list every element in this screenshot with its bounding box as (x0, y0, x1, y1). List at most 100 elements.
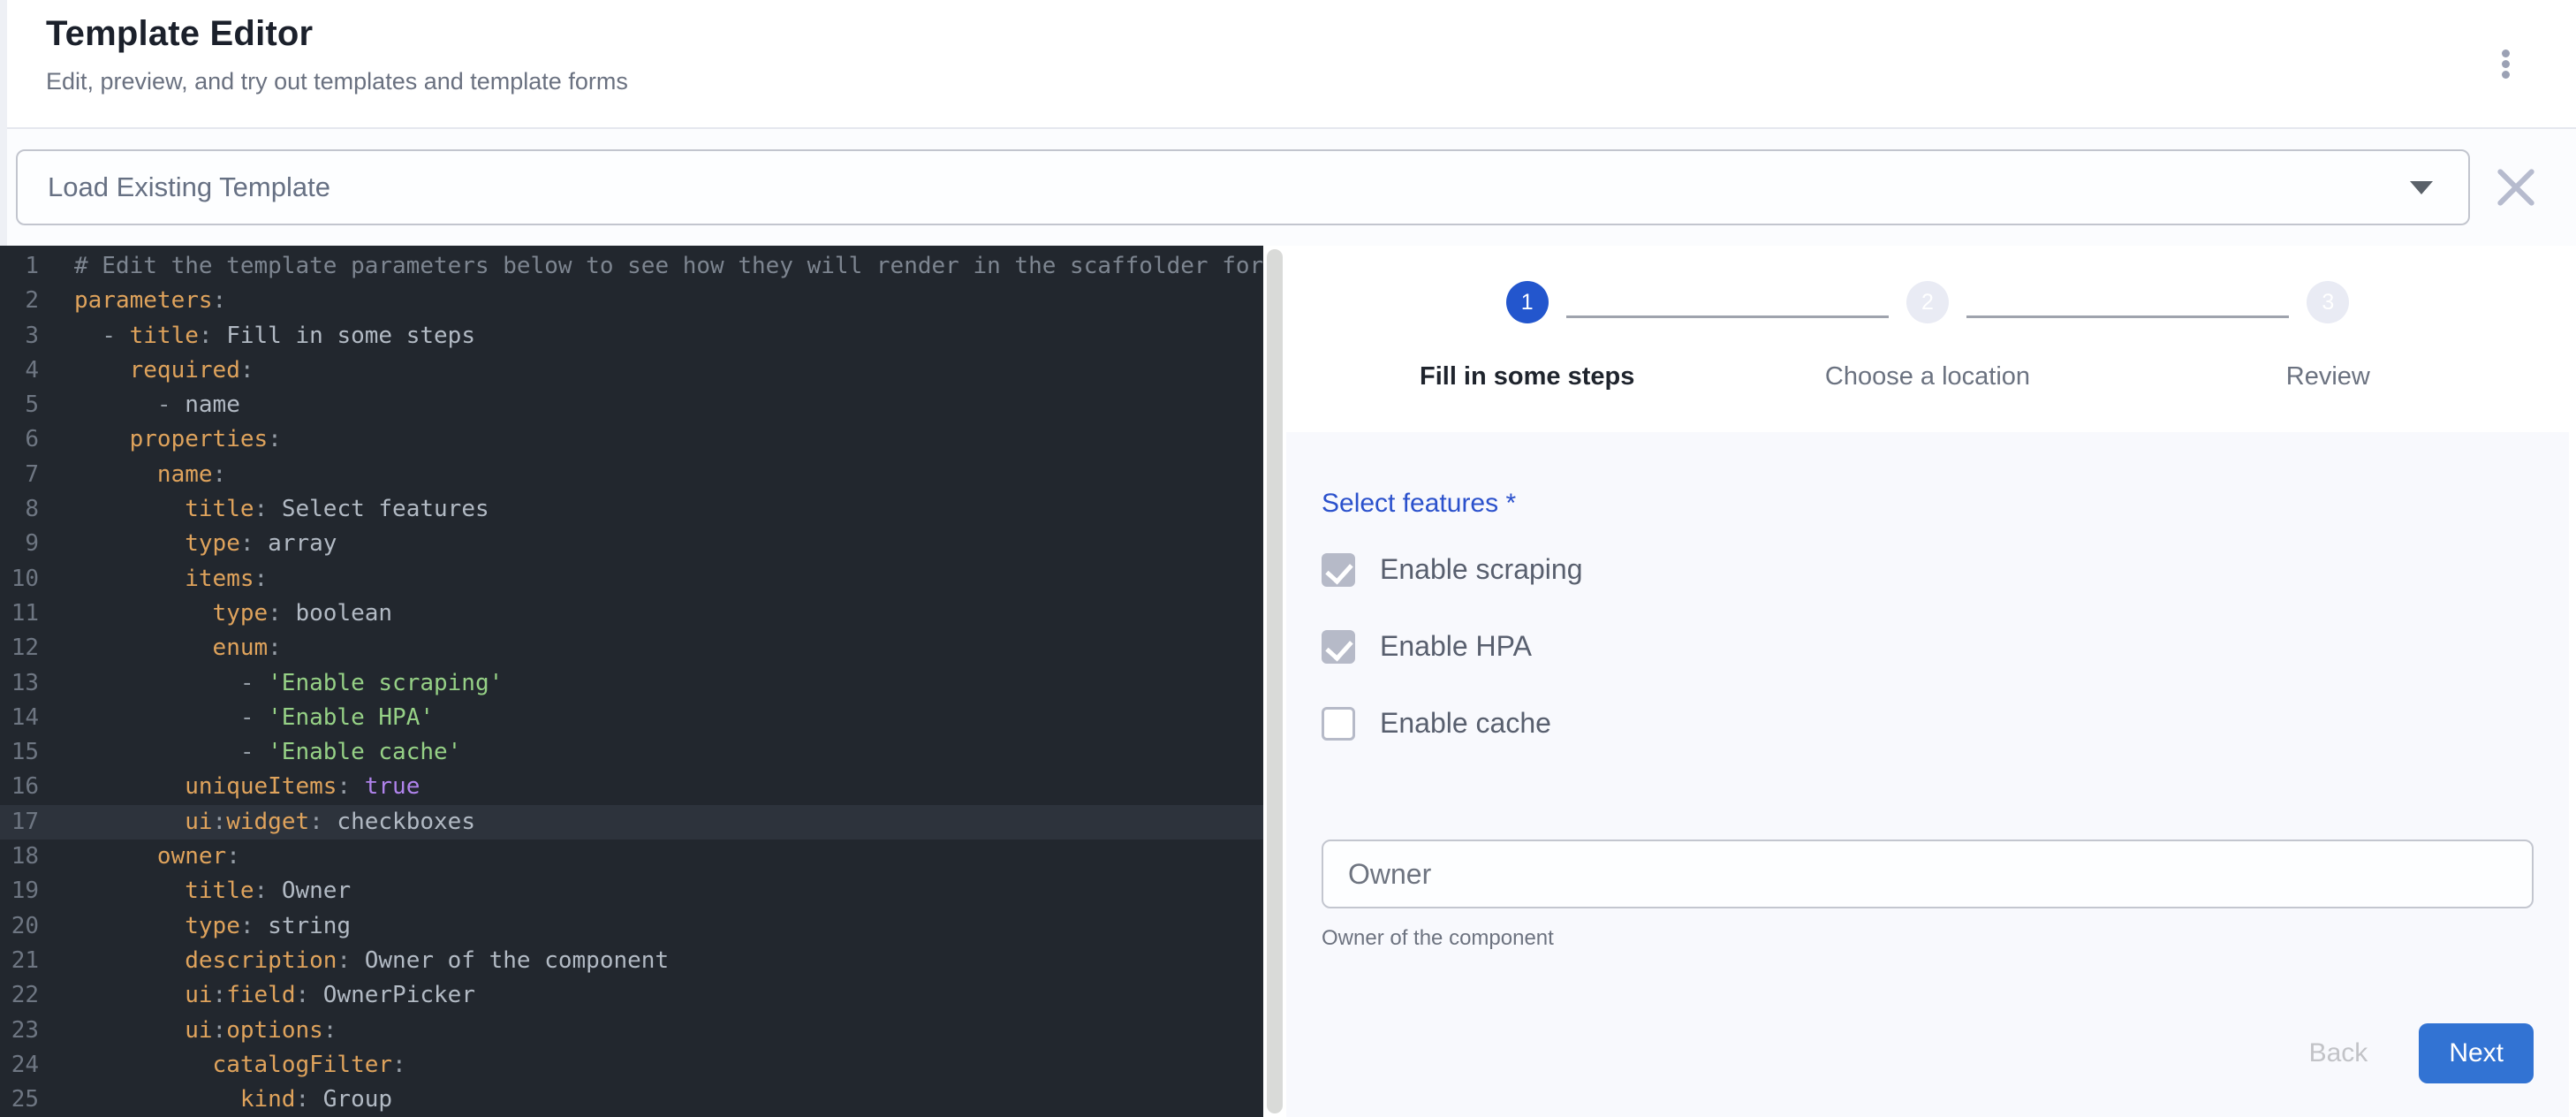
template-preview-panel: 1 Fill in some steps 2 Choose a location… (1263, 246, 2576, 1117)
form-actions: Back Next (1322, 1023, 2534, 1083)
code-text: title: Owner (39, 874, 351, 908)
line-number: 14 (0, 701, 39, 735)
code-line[interactable]: 10 items: (0, 562, 1263, 596)
code-text: owner: (39, 840, 240, 874)
checkbox-icon[interactable] (1322, 553, 1355, 587)
step-fill-in-some-steps[interactable]: 1 Fill in some steps (1327, 281, 1727, 391)
code-line[interactable]: 12 enum: (0, 631, 1263, 665)
code-line[interactable]: 17 ui:widget: checkboxes (0, 805, 1263, 840)
code-text: items: (39, 562, 268, 596)
kebab-menu-icon[interactable] (2484, 42, 2527, 85)
line-number: 23 (0, 1014, 39, 1048)
code-line[interactable]: 4 required: (0, 353, 1263, 388)
checkbox-label: Enable HPA (1380, 630, 1532, 663)
code-line[interactable]: 1# Edit the template parameters below to… (0, 249, 1263, 284)
select-features-label: Select features * (1322, 489, 2534, 519)
code-text: - 'Enable cache' (39, 735, 461, 770)
code-line[interactable]: 14 - 'Enable HPA' (0, 701, 1263, 735)
page-header: Template Editor Edit, preview, and try o… (0, 0, 2576, 129)
checkbox-label: Enable scraping (1380, 553, 1582, 586)
left-edge-strip (0, 0, 7, 246)
step-label: Fill in some steps (1420, 362, 1634, 391)
owner-placeholder: Owner (1348, 858, 1431, 891)
code-line[interactable]: 22 ui:field: OwnerPicker (0, 978, 1263, 1013)
code-line[interactable]: 24 catalogFilter: (0, 1048, 1263, 1083)
code-text: required: (39, 353, 254, 388)
line-number: 18 (0, 840, 39, 874)
line-number: 13 (0, 666, 39, 701)
step-circle: 2 (1906, 281, 1949, 323)
code-line[interactable]: 19 title: Owner (0, 874, 1263, 908)
stepper-connector (1566, 315, 1889, 318)
code-text: - 'Enable HPA' (39, 701, 434, 735)
code-text: - name (39, 388, 240, 422)
code-line[interactable]: 15 - 'Enable cache' (0, 735, 1263, 770)
code-editor[interactable]: 1# Edit the template parameters below to… (0, 246, 1263, 1117)
kebab-dot (2502, 49, 2510, 57)
step-choose-a-location[interactable]: 2 Choose a location (1727, 281, 2127, 391)
code-line[interactable]: 25 kind: Group (0, 1083, 1263, 1117)
owner-input[interactable]: Owner (1322, 840, 2534, 908)
code-line[interactable]: 9 type: array (0, 527, 1263, 561)
form-card: Select features * Enable scraping Enable… (1286, 432, 2569, 1117)
line-number: 16 (0, 770, 39, 804)
code-line[interactable]: 11 type: boolean (0, 596, 1263, 631)
template-editor-page: Template Editor Edit, preview, and try o… (0, 0, 2576, 1117)
required-marker: * (1505, 489, 1516, 518)
load-existing-template-select[interactable]: Load Existing Template (16, 149, 2470, 225)
next-button[interactable]: Next (2419, 1023, 2534, 1083)
code-line[interactable]: 3 - title: Fill in some steps (0, 319, 1263, 353)
main-split: 1# Edit the template parameters below to… (0, 246, 2576, 1117)
line-number: 1 (0, 249, 39, 284)
close-icon[interactable] (2493, 164, 2539, 210)
checkbox-enable-cache[interactable]: Enable cache (1322, 685, 2534, 762)
back-button[interactable]: Back (2309, 1038, 2368, 1068)
code-line[interactable]: 2parameters: (0, 284, 1263, 318)
code-line[interactable]: 8 title: Select features (0, 492, 1263, 527)
code-line[interactable]: 7 name: (0, 458, 1263, 492)
code-line[interactable]: 21 description: Owner of the component (0, 944, 1263, 978)
line-number: 8 (0, 492, 39, 527)
step-circle: 3 (2307, 281, 2349, 323)
load-existing-template-placeholder: Load Existing Template (48, 171, 2410, 203)
owner-helper-text: Owner of the component (1322, 926, 2534, 951)
code-text: name: (39, 458, 226, 492)
checkbox-icon[interactable] (1322, 630, 1355, 664)
checkbox-enable-scraping[interactable]: Enable scraping (1322, 531, 2534, 608)
code-text: - title: Fill in some steps (39, 319, 475, 353)
checkbox-label: Enable cache (1380, 707, 1551, 740)
code-line[interactable]: 6 properties: (0, 422, 1263, 457)
line-number: 15 (0, 735, 39, 770)
code-text: enum: (39, 631, 282, 665)
line-number: 12 (0, 631, 39, 665)
stepper: 1 Fill in some steps 2 Choose a location… (1327, 281, 2528, 391)
line-number: 6 (0, 422, 39, 457)
line-number: 25 (0, 1083, 39, 1117)
line-number: 3 (0, 319, 39, 353)
line-number: 10 (0, 562, 39, 596)
code-text: parameters: (39, 284, 226, 318)
code-text: kind: Group (39, 1083, 392, 1117)
code-line[interactable]: 20 type: string (0, 909, 1263, 944)
editor-scrollbar[interactable] (1267, 249, 1283, 1113)
code-line[interactable]: 16 uniqueItems: true (0, 770, 1263, 804)
code-text: uniqueItems: true (39, 770, 420, 804)
stepper-connector (1966, 315, 2289, 318)
kebab-dot (2502, 60, 2510, 68)
line-number: 5 (0, 388, 39, 422)
code-line[interactable]: 13 - 'Enable scraping' (0, 666, 1263, 701)
line-number: 20 (0, 909, 39, 944)
select-features-text: Select features (1322, 489, 1498, 518)
checkbox-icon[interactable] (1322, 707, 1355, 741)
chevron-down-icon[interactable] (2410, 181, 2433, 194)
code-line[interactable]: 18 owner: (0, 840, 1263, 874)
page-subtitle: Edit, preview, and try out templates and… (46, 68, 2576, 95)
kebab-dot (2502, 71, 2510, 79)
code-line[interactable]: 23 ui:options: (0, 1014, 1263, 1048)
step-label: Review (2286, 362, 2370, 391)
code-text: properties: (39, 422, 282, 457)
checkbox-enable-hpa[interactable]: Enable HPA (1322, 608, 2534, 685)
code-line[interactable]: 5 - name (0, 388, 1263, 422)
code-text: type: array (39, 527, 337, 561)
step-review[interactable]: 3 Review (2128, 281, 2528, 391)
